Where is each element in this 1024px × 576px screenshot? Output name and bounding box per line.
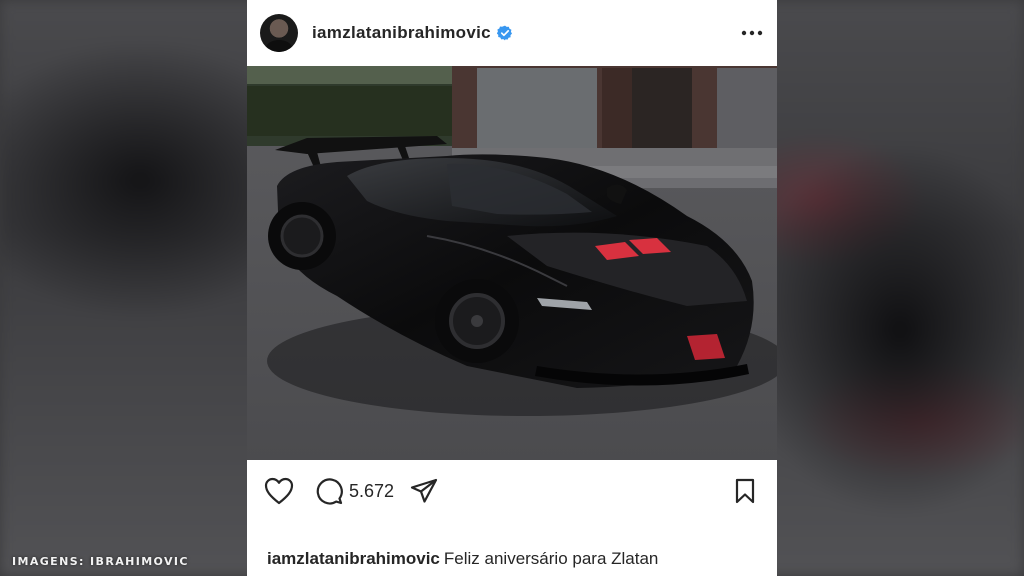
avatar[interactable]	[260, 14, 298, 52]
car-illustration	[247, 66, 777, 460]
instagram-post: iamzlatanibrahimovic 5.672 iamzlatanibra…	[247, 0, 777, 576]
like-button[interactable]	[263, 475, 295, 507]
bookmark-button[interactable]	[729, 475, 761, 507]
post-caption: iamzlatanibrahimovic Feliz aniversário pa…	[267, 549, 767, 569]
post-header: iamzlatanibrahimovic	[247, 0, 777, 66]
more-options-button[interactable]	[741, 22, 763, 44]
more-options-icon	[741, 30, 763, 36]
image-credit: IMAGENS: IBRAHIMOVIC	[12, 555, 189, 568]
share-icon	[410, 478, 438, 503]
post-photo[interactable]	[247, 66, 777, 460]
post-actions: 5.672	[247, 470, 777, 512]
heart-icon	[264, 477, 294, 505]
comment-count: 5.672	[349, 480, 395, 501]
share-button[interactable]	[408, 475, 440, 507]
comment-icon	[316, 478, 343, 505]
bookmark-icon	[735, 478, 755, 504]
comment-button[interactable]	[313, 475, 345, 507]
caption-text: Feliz aniversário para Zlatan	[443, 549, 659, 568]
post-username[interactable]: iamzlatanibrahimovic	[312, 23, 491, 43]
verified-badge-icon	[496, 25, 512, 41]
video-frame: IMAGENS: IBRAHIMOVIC iamzlatanibrahimovi…	[0, 0, 1024, 576]
caption-username[interactable]: iamzlatanibrahimovic	[267, 549, 440, 568]
